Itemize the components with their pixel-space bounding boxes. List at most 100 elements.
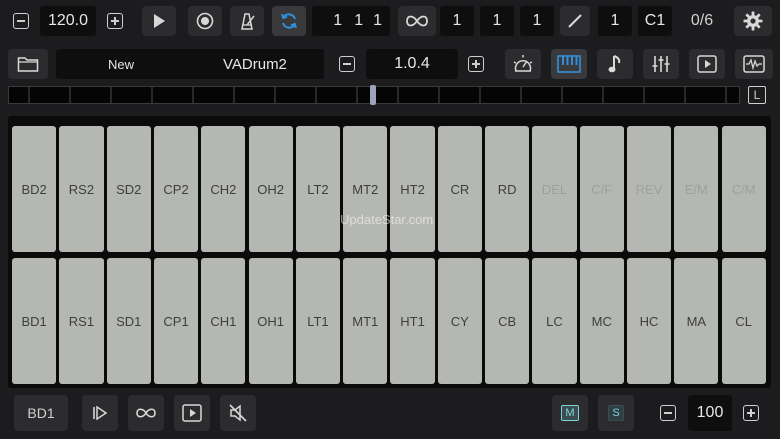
pad-mute-speaker-button[interactable] xyxy=(220,395,256,431)
position-beat: 1 xyxy=(354,12,364,29)
record-button[interactable] xyxy=(188,6,222,36)
drum-pad[interactable]: BD2 xyxy=(12,126,57,252)
drum-pad[interactable]: LC xyxy=(532,258,577,384)
tempo-value: 120.0 xyxy=(47,12,89,29)
selected-pad-button[interactable]: BD1 xyxy=(14,395,68,431)
gear-icon xyxy=(743,11,763,31)
drum-pad[interactable]: HC xyxy=(626,258,672,384)
note-view-button[interactable] xyxy=(597,49,633,79)
version-value: 1.0.4 xyxy=(394,55,430,72)
drum-pad[interactable]: MA xyxy=(674,258,719,384)
plus-icon xyxy=(743,405,759,421)
drum-pad[interactable]: RD xyxy=(485,126,530,252)
drum-pad[interactable]: REV xyxy=(626,126,672,252)
sync-button[interactable] xyxy=(272,6,306,36)
timeline-marker-label: L xyxy=(753,88,761,102)
pad-preview-button[interactable] xyxy=(174,395,210,431)
drum-pad[interactable]: RS2 xyxy=(59,126,104,252)
pencil-value-field[interactable]: 1 xyxy=(598,6,632,36)
drum-pad[interactable]: LT1 xyxy=(295,258,341,384)
open-folder-button[interactable] xyxy=(8,49,48,79)
position-field[interactable]: 1 1 1 xyxy=(312,6,390,36)
waveform-icon xyxy=(743,55,765,73)
pads-view-button[interactable] xyxy=(551,49,587,79)
version-decrement-button[interactable] xyxy=(332,49,362,79)
drum-pad[interactable]: CH1 xyxy=(201,258,246,384)
drum-pad[interactable]: HT1 xyxy=(390,258,435,384)
drum-pad[interactable]: HT2 xyxy=(390,126,435,252)
drum-pad[interactable]: C/F xyxy=(579,126,624,252)
pencil-icon xyxy=(568,14,582,28)
drum-pad[interactable]: CP1 xyxy=(153,258,199,384)
play-square-icon xyxy=(182,404,202,422)
mixer-icon xyxy=(652,56,670,72)
mixer-button[interactable] xyxy=(643,49,679,79)
preset-selector[interactable]: New VADrum2 xyxy=(56,49,324,79)
velocity-increment-button[interactable] xyxy=(736,395,766,431)
drum-pad[interactable]: E/M xyxy=(674,126,719,252)
infinity-icon xyxy=(406,15,428,27)
drum-pad[interactable]: CH2 xyxy=(201,126,246,252)
loop-field-3[interactable]: 1 xyxy=(520,6,554,36)
drum-pad[interactable]: OH2 xyxy=(248,126,293,252)
drum-pad[interactable]: OH1 xyxy=(248,258,293,384)
position-bar: 1 xyxy=(333,12,343,29)
loop-field-2[interactable]: 1 xyxy=(480,6,514,36)
drum-pad[interactable]: RS1 xyxy=(59,258,104,384)
velocity-decrement-button[interactable] xyxy=(652,395,684,431)
drum-pad[interactable]: MC xyxy=(579,258,624,384)
pencil-button[interactable] xyxy=(560,6,590,36)
drum-pad[interactable]: CP2 xyxy=(153,126,199,252)
drum-pad[interactable]: SD1 xyxy=(106,258,151,384)
drum-pad[interactable]: CL xyxy=(721,258,766,384)
selected-pad-label: BD1 xyxy=(27,405,55,421)
metronome-button[interactable] xyxy=(230,6,264,36)
drum-pad[interactable]: CR xyxy=(437,126,482,252)
note-value: C1 xyxy=(644,12,666,29)
loop-field-1[interactable]: 1 xyxy=(440,6,474,36)
settings-button[interactable] xyxy=(734,6,772,36)
waveform-button[interactable] xyxy=(735,49,773,79)
preset-name: VADrum2 xyxy=(223,55,287,73)
drum-pad[interactable]: SD2 xyxy=(106,126,151,252)
tempo-decrement-button[interactable] xyxy=(6,6,36,36)
loop-value-3: 1 xyxy=(532,12,542,29)
version-increment-button[interactable] xyxy=(461,49,491,79)
pattern-counter-value: 0/6 xyxy=(690,12,714,29)
timeline-playhead[interactable] xyxy=(370,85,376,105)
play-pad-button[interactable] xyxy=(82,395,118,431)
player-button[interactable] xyxy=(689,49,725,79)
drum-pad[interactable]: BD1 xyxy=(12,258,57,384)
note-field[interactable]: C1 xyxy=(638,6,672,36)
drum-pad[interactable]: C/M xyxy=(721,126,766,252)
tuner-button[interactable] xyxy=(505,49,541,79)
music-note-icon xyxy=(608,55,621,73)
play-icon xyxy=(154,14,165,28)
minus-icon xyxy=(339,56,355,72)
loop-button[interactable] xyxy=(398,6,436,36)
tuner-icon xyxy=(513,55,533,72)
minus-icon xyxy=(13,13,29,29)
drum-pad[interactable]: CB xyxy=(485,258,530,384)
plus-icon xyxy=(107,13,123,29)
pad-loop-button[interactable] xyxy=(128,395,164,431)
drum-pad[interactable]: LT2 xyxy=(295,126,341,252)
drum-pad[interactable]: DEL xyxy=(532,126,577,252)
timeline-marker-button[interactable]: L xyxy=(748,86,766,104)
drum-pad[interactable]: MT1 xyxy=(343,258,388,384)
mute-toggle[interactable]: M xyxy=(552,395,588,431)
play-button[interactable] xyxy=(142,6,176,36)
solo-toggle[interactable]: S xyxy=(598,395,634,431)
infinity-icon xyxy=(136,408,156,418)
tempo-increment-button[interactable] xyxy=(100,6,130,36)
velocity-field[interactable]: 100 xyxy=(688,395,732,431)
drum-pad[interactable]: CY xyxy=(437,258,482,384)
mute-toggle-label: M xyxy=(561,405,579,421)
tempo-field[interactable]: 120.0 xyxy=(40,6,96,36)
version-field[interactable]: 1.0.4 xyxy=(366,49,458,79)
loop-value-1: 1 xyxy=(452,12,462,29)
position-tick: 1 xyxy=(373,12,382,29)
drum-pad[interactable]: MT2 xyxy=(343,126,388,252)
preset-bank-label: New xyxy=(108,56,135,72)
sync-icon xyxy=(281,13,297,29)
